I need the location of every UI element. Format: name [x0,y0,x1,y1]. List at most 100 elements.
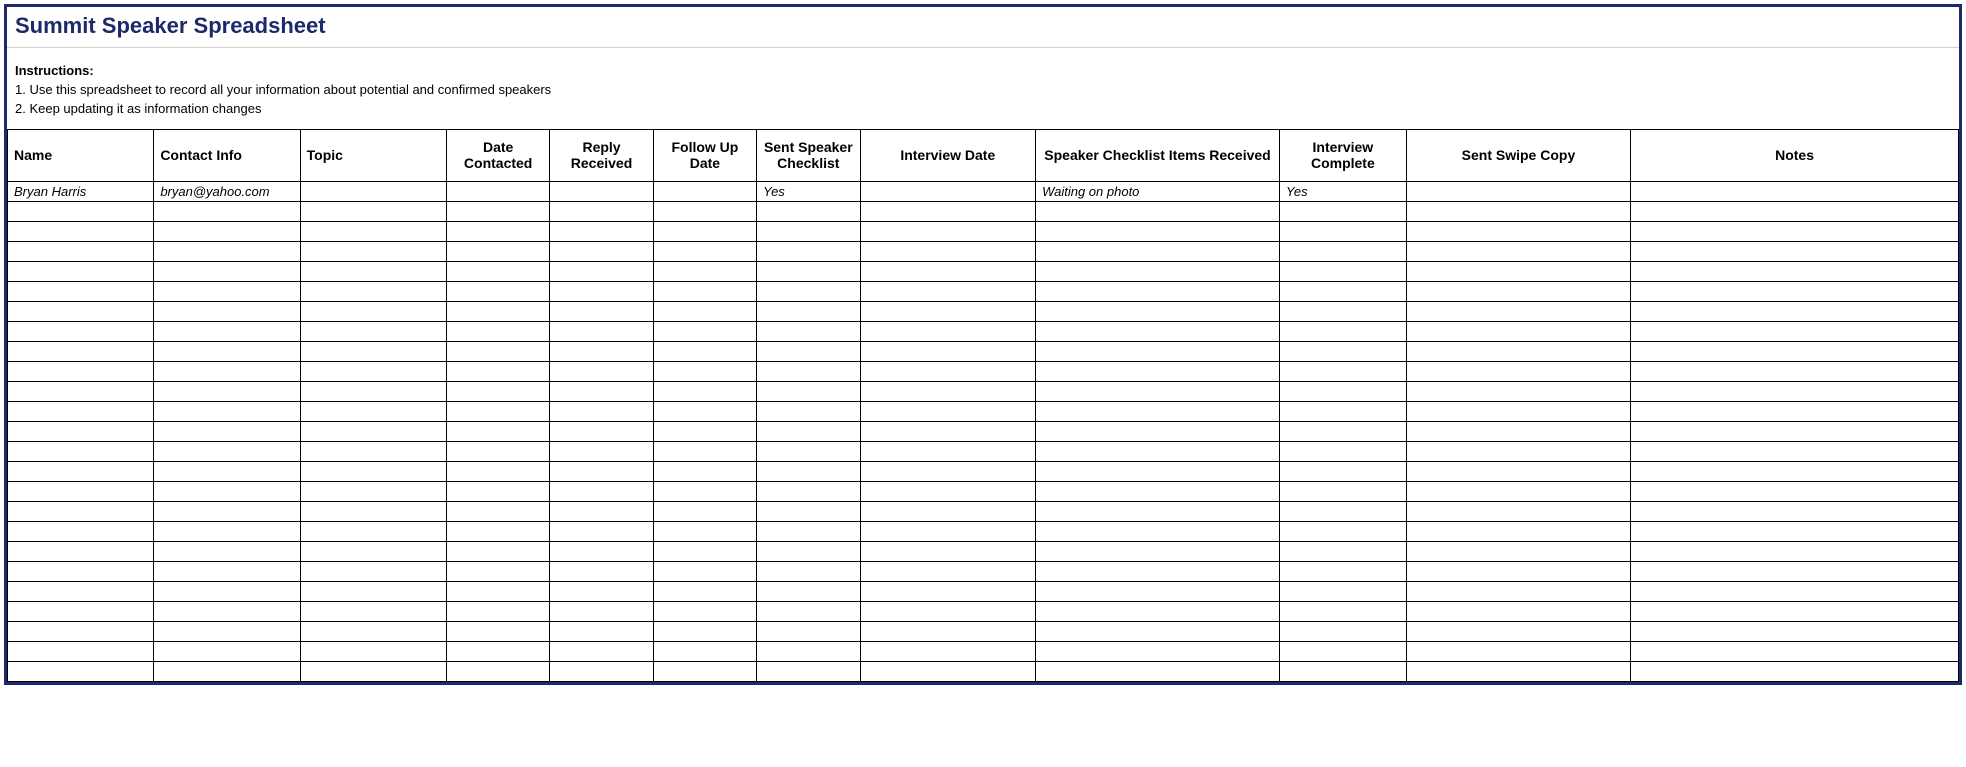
table-cell[interactable] [1406,421,1630,441]
table-cell[interactable] [8,381,154,401]
table-cell[interactable] [1279,321,1406,341]
table-cell[interactable] [653,281,756,301]
table-cell[interactable] [1406,381,1630,401]
table-cell[interactable] [550,521,653,541]
table-cell[interactable] [1631,201,1959,221]
table-cell[interactable] [757,321,860,341]
table-cell[interactable] [550,221,653,241]
table-cell[interactable] [653,661,756,681]
table-cell[interactable] [550,201,653,221]
table-cell[interactable] [1631,441,1959,461]
table-cell[interactable] [1036,581,1280,601]
table-cell[interactable] [1036,421,1280,441]
table-cell[interactable] [446,421,549,441]
table-cell[interactable] [653,501,756,521]
table-cell[interactable] [1406,221,1630,241]
table-cell[interactable] [1631,661,1959,681]
table-cell[interactable] [1631,221,1959,241]
table-cell[interactable] [8,641,154,661]
table-cell[interactable] [300,341,446,361]
table-cell[interactable] [1406,461,1630,481]
table-cell[interactable] [8,401,154,421]
table-cell[interactable] [1279,561,1406,581]
table-cell[interactable] [154,361,300,381]
table-cell[interactable]: Yes [757,181,860,201]
table-cell[interactable] [1279,221,1406,241]
table-cell[interactable] [446,641,549,661]
table-cell[interactable] [446,541,549,561]
table-cell[interactable] [300,381,446,401]
table-cell[interactable] [860,361,1036,381]
table-cell[interactable] [300,481,446,501]
table-cell[interactable] [446,241,549,261]
table-cell[interactable] [154,381,300,401]
table-cell[interactable] [757,521,860,541]
table-cell[interactable] [154,241,300,261]
table-cell[interactable] [1631,281,1959,301]
table-cell[interactable] [1406,581,1630,601]
table-cell[interactable] [154,421,300,441]
table-cell[interactable] [1631,421,1959,441]
table-cell[interactable]: Bryan Harris [8,181,154,201]
table-cell[interactable] [653,541,756,561]
table-cell[interactable] [8,521,154,541]
table-cell[interactable] [1279,461,1406,481]
table-cell[interactable] [1631,241,1959,261]
table-cell[interactable] [446,221,549,241]
table-cell[interactable] [1279,261,1406,281]
table-cell[interactable] [1631,541,1959,561]
table-cell[interactable] [1036,641,1280,661]
table-cell[interactable] [154,501,300,521]
table-cell[interactable] [446,661,549,681]
table-cell[interactable] [1406,621,1630,641]
table-cell[interactable] [1406,301,1630,321]
table-cell[interactable] [1631,321,1959,341]
table-cell[interactable] [8,361,154,381]
table-cell[interactable] [860,221,1036,241]
table-cell[interactable]: Waiting on photo [1036,181,1280,201]
table-cell[interactable] [550,261,653,281]
table-cell[interactable] [1631,301,1959,321]
table-cell[interactable] [653,321,756,341]
table-cell[interactable] [1631,621,1959,641]
table-cell[interactable] [8,301,154,321]
table-cell[interactable] [550,321,653,341]
table-cell[interactable] [550,241,653,261]
table-cell[interactable] [860,301,1036,321]
table-cell[interactable] [653,641,756,661]
table-cell[interactable] [860,641,1036,661]
table-cell[interactable] [154,341,300,361]
table-cell[interactable] [653,181,756,201]
table-cell[interactable] [653,621,756,641]
table-cell[interactable] [1036,501,1280,521]
table-cell[interactable] [1631,601,1959,621]
table-cell[interactable] [860,181,1036,201]
table-cell[interactable] [446,401,549,421]
table-cell[interactable] [653,521,756,541]
table-cell[interactable] [757,541,860,561]
table-cell[interactable] [1036,321,1280,341]
table-cell[interactable] [1279,401,1406,421]
table-cell[interactable] [1631,401,1959,421]
table-cell[interactable] [550,561,653,581]
table-cell[interactable] [1036,241,1280,261]
table-cell[interactable] [757,221,860,241]
table-cell[interactable] [154,521,300,541]
table-cell[interactable] [1036,261,1280,281]
table-cell[interactable] [1631,261,1959,281]
table-cell[interactable] [550,381,653,401]
table-cell[interactable] [860,581,1036,601]
table-cell[interactable] [1406,641,1630,661]
table-cell[interactable] [1406,541,1630,561]
table-cell[interactable] [446,581,549,601]
table-cell[interactable] [1631,381,1959,401]
table-cell[interactable] [1279,241,1406,261]
table-cell[interactable] [757,441,860,461]
table-cell[interactable] [860,401,1036,421]
table-cell[interactable] [300,401,446,421]
table-cell[interactable] [300,601,446,621]
table-cell[interactable] [446,561,549,581]
table-cell[interactable] [757,461,860,481]
table-cell[interactable] [550,421,653,441]
table-cell[interactable] [154,201,300,221]
